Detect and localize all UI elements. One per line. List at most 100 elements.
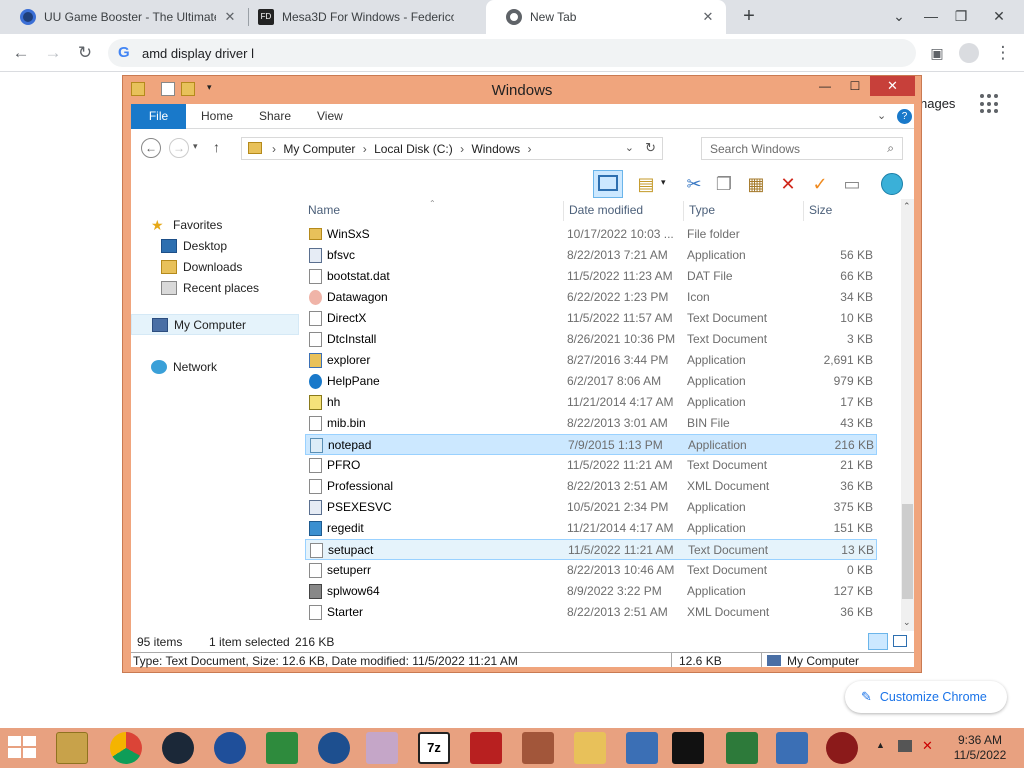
computer-taskbar-icon[interactable] xyxy=(626,732,658,764)
app-taskbar-icon[interactable] xyxy=(318,732,350,764)
tab-home[interactable]: Home xyxy=(201,104,233,129)
refresh-icon[interactable]: ↻ xyxy=(645,140,656,156)
nav-downloads[interactable]: Downloads xyxy=(131,256,299,277)
file-row[interactable]: PSEXESVC 10/5/2021 2:34 PM Application 375 … xyxy=(305,497,877,518)
vertical-scrollbar[interactable]: ⌃ ⌄ xyxy=(901,199,914,631)
column-header-size[interactable]: Size xyxy=(809,203,879,223)
menu-kebab-icon[interactable]: ⋮ xyxy=(990,40,1016,66)
start-button[interactable] xyxy=(8,736,38,760)
scroll-down-icon[interactable]: ⌄ xyxy=(903,617,911,628)
close-window-button[interactable]: ✕ xyxy=(984,4,1014,28)
omnibox[interactable]: G amd display driver l xyxy=(108,39,916,67)
tab-new-tab[interactable]: New Tab ✕ xyxy=(486,0,726,34)
nav-recent-places[interactable]: Recent places xyxy=(131,277,299,298)
network-tray-icon[interactable] xyxy=(898,740,912,752)
up-arrow-icon[interactable]: ↑ xyxy=(213,139,220,155)
restore-button[interactable]: ❐ xyxy=(946,4,976,28)
tab-close-icon[interactable]: ✕ xyxy=(222,9,238,25)
file-row[interactable]: explorer 8/27/2016 3:44 PM Application 2,69… xyxy=(305,350,877,371)
skull-app-taskbar-icon[interactable] xyxy=(826,732,858,764)
volume-muted-icon[interactable]: ✕ xyxy=(922,738,933,754)
scroll-up-icon[interactable]: ⌃ xyxy=(903,201,911,212)
globe-icon[interactable] xyxy=(879,171,905,197)
game-taskbar-icon[interactable] xyxy=(470,732,502,764)
file-row[interactable]: setupact 11/5/2022 11:21 AM Text Document 1… xyxy=(305,539,877,560)
minimize-button[interactable]: — xyxy=(916,4,946,28)
properties-folder-icon[interactable]: ▤ xyxy=(633,171,659,197)
scrollbar-thumb[interactable] xyxy=(902,504,913,599)
paste-icon[interactable]: ▦ xyxy=(743,171,769,197)
search-box[interactable]: Search Windows ⌕ xyxy=(701,137,903,160)
breadcrumb-windows[interactable]: Windows xyxy=(471,142,520,156)
paint-taskbar-icon[interactable] xyxy=(366,732,398,764)
images-link[interactable]: nages xyxy=(920,96,955,111)
large-icons-view-icon[interactable] xyxy=(893,635,907,647)
tab-file[interactable]: File xyxy=(131,104,186,129)
dropdown-arrow-icon[interactable]: ▾ xyxy=(661,177,666,188)
file-row[interactable]: hh 11/21/2014 4:17 AM Application 17 KB xyxy=(305,392,877,413)
column-header-type[interactable]: Type xyxy=(689,203,799,223)
omnibox-text[interactable]: amd display driver l xyxy=(142,46,254,61)
maximize-button[interactable]: ☐ xyxy=(841,76,869,96)
file-row[interactable]: DtcInstall 8/26/2021 10:36 PM Text Documen… xyxy=(305,329,877,350)
tab-close-icon[interactable]: ✕ xyxy=(700,9,716,25)
new-tab-button[interactable]: + xyxy=(738,5,760,27)
nav-desktop[interactable]: Desktop xyxy=(131,235,299,256)
help-file-taskbar-icon[interactable] xyxy=(574,732,606,764)
file-row[interactable]: DirectX 11/5/2022 11:57 AM Text Document 10… xyxy=(305,308,877,329)
profile-avatar[interactable] xyxy=(956,40,982,66)
file-row[interactable]: bfsvc 8/22/2013 7:21 AM Application 56 KB xyxy=(305,245,877,266)
file-row[interactable]: Starter 8/22/2013 2:51 AM XML Document 36 K… xyxy=(305,602,877,623)
file-row[interactable]: mib.bin 8/22/2013 3:01 AM BIN File 43 KB xyxy=(305,413,877,434)
recent-locations-icon[interactable]: ▾ xyxy=(193,141,198,152)
copy-icon[interactable]: ❐ xyxy=(711,171,737,197)
command-prompt-taskbar-icon[interactable] xyxy=(672,732,704,764)
file-explorer-taskbar-icon[interactable] xyxy=(56,732,88,764)
task-manager-taskbar-icon[interactable] xyxy=(726,732,758,764)
cut-icon[interactable]: ✂ xyxy=(681,171,707,197)
details-view-icon[interactable] xyxy=(868,633,888,650)
tab-view[interactable]: View xyxy=(317,104,343,129)
file-row[interactable]: regedit 11/21/2014 4:17 AM Application 151 … xyxy=(305,518,877,539)
7zip-taskbar-icon[interactable]: 7z xyxy=(418,732,450,764)
address-bar[interactable]: › My Computer › Local Disk (C:) › Window… xyxy=(241,137,663,160)
delete-icon[interactable]: ✕ xyxy=(775,171,801,197)
file-row[interactable]: Datawagon 6/22/2022 1:23 PM Icon 34 KB xyxy=(305,287,877,308)
nav-favorites[interactable]: ★ Favorites xyxy=(131,214,299,235)
globe-taskbar-icon[interactable] xyxy=(214,732,246,764)
chevron-down-icon[interactable]: ⌄ xyxy=(884,4,914,28)
column-header-name[interactable]: Name xyxy=(308,203,558,223)
tab-share[interactable]: Share xyxy=(259,104,291,129)
close-button[interactable]: ✕ xyxy=(870,76,915,96)
file-row[interactable]: splwow64 8/9/2022 3:22 PM Application 127 K… xyxy=(305,581,877,602)
file-row[interactable]: PFRO 11/5/2022 11:21 AM Text Document 21 KB xyxy=(305,455,877,476)
side-panel-icon[interactable]: ▣ xyxy=(924,40,950,66)
back-button[interactable]: ← xyxy=(141,138,161,158)
file-row[interactable]: HelpPane 6/2/2017 8:06 AM Application 979 K… xyxy=(305,371,877,392)
forward-button[interactable]: → xyxy=(40,40,66,66)
file-row[interactable]: bootstat.dat 11/5/2022 11:23 AM DAT File 66… xyxy=(305,266,877,287)
ribbon-expand-icon[interactable]: ⌄ xyxy=(877,109,886,122)
file-row[interactable]: setuperr 8/22/2013 10:46 AM Text Document 0… xyxy=(305,560,877,581)
column-header-date[interactable]: Date modified xyxy=(569,203,681,223)
tab-uu-game-booster[interactable]: UU Game Booster - The Ultimate ✕ xyxy=(0,0,248,34)
address-dropdown-icon[interactable]: ⌄ xyxy=(625,141,634,154)
nav-my-computer[interactable]: My Computer xyxy=(131,314,299,335)
download-manager-taskbar-icon[interactable] xyxy=(266,732,298,764)
rename-icon[interactable]: ▭ xyxy=(839,171,865,197)
minimize-button[interactable]: — xyxy=(811,76,839,96)
preview-pane-icon[interactable] xyxy=(593,170,623,198)
file-row[interactable]: notepad 7/9/2015 1:13 PM Application 216 KB xyxy=(305,434,877,455)
forward-button[interactable]: → xyxy=(169,138,189,158)
google-apps-icon[interactable] xyxy=(980,94,1000,114)
help-icon[interactable]: ? xyxy=(897,109,912,124)
steam-taskbar-icon[interactable] xyxy=(162,732,194,764)
firewall-taskbar-icon[interactable] xyxy=(522,732,554,764)
reload-button[interactable]: ↻ xyxy=(72,40,98,66)
tray-expand-icon[interactable]: ▲ xyxy=(876,740,885,750)
chrome-taskbar-icon[interactable] xyxy=(110,732,142,764)
remote-desktop-taskbar-icon[interactable] xyxy=(776,732,808,764)
breadcrumb-local-disk[interactable]: Local Disk (C:) xyxy=(374,142,453,156)
checkmark-icon[interactable]: ✓ xyxy=(807,171,833,197)
clock[interactable]: 9:36 AM 11/5/2022 xyxy=(950,733,1010,763)
